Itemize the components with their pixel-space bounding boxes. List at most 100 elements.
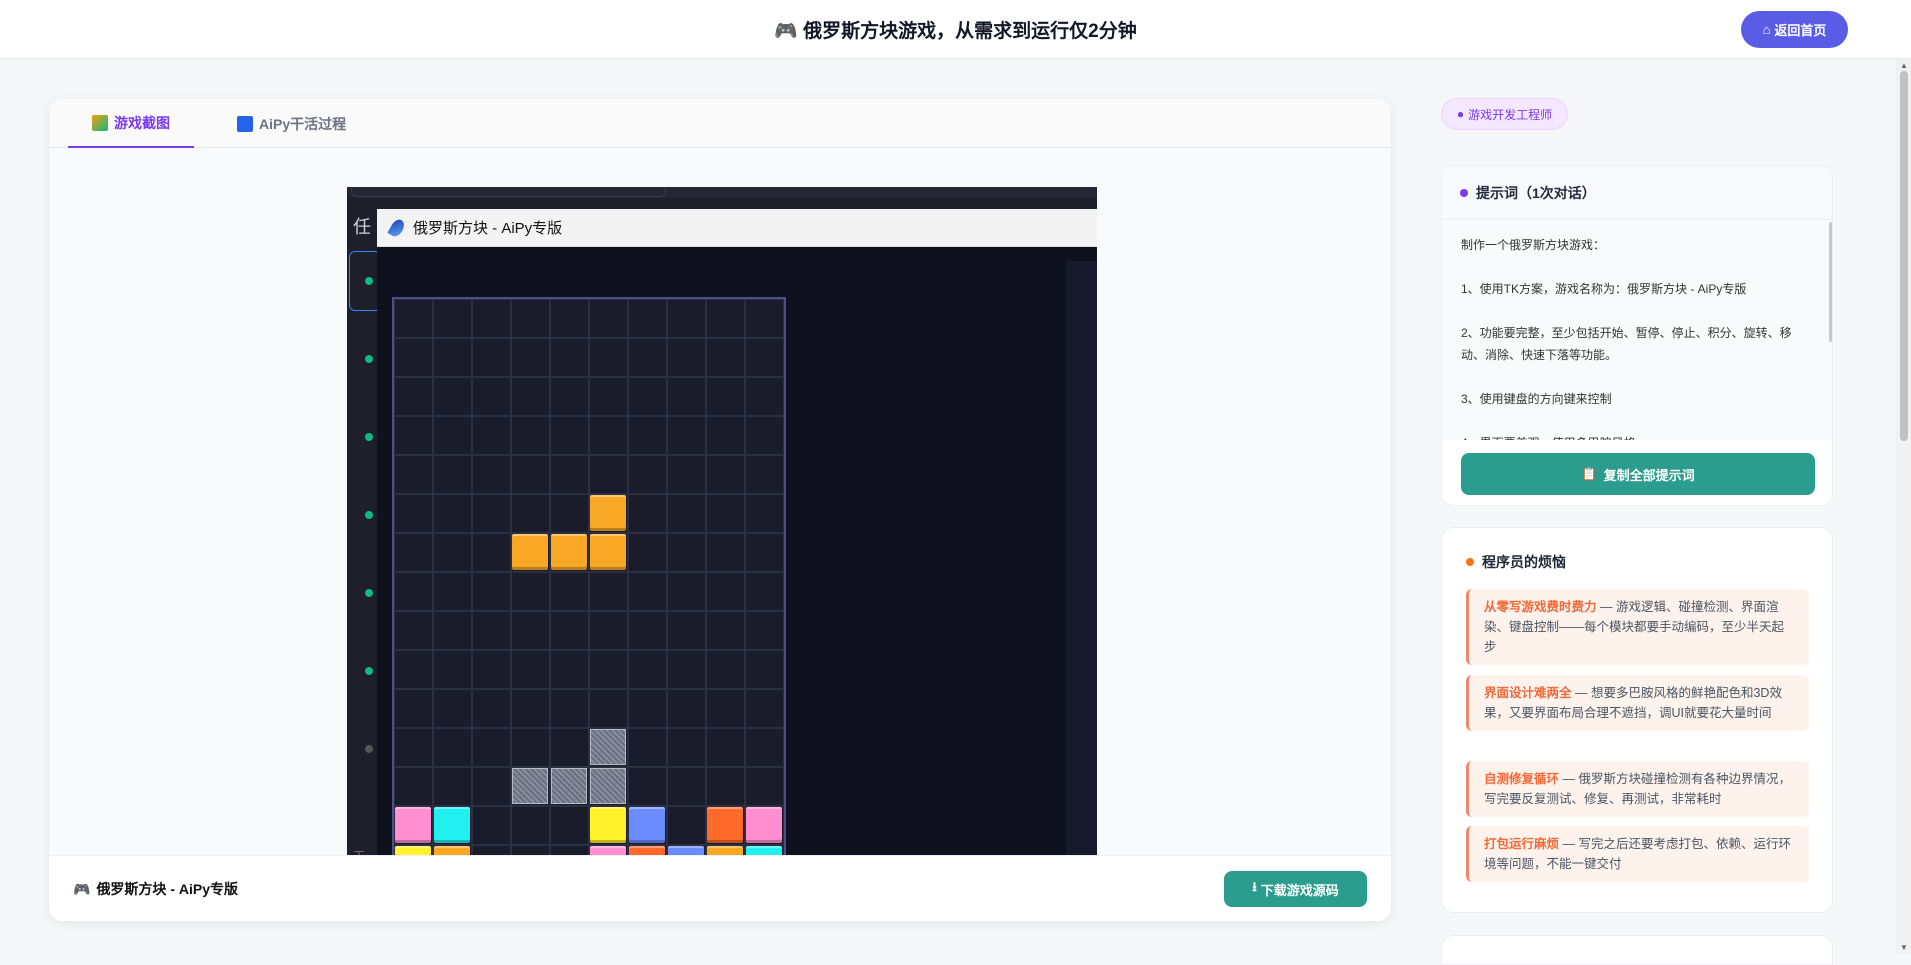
board-grid-cell [511,845,550,855]
window-title: 俄罗斯方块 - AiPy专版 [413,220,563,237]
tetris-block [590,534,626,570]
board-grid-cell [745,455,784,494]
board-grid-cell [394,767,433,806]
board-grid-cell [706,611,745,650]
tetris-block [590,495,626,531]
board-grid-cell [667,455,706,494]
board-grid-cell [550,338,589,377]
board-grid-cell [667,767,706,806]
board-grid-cell [706,338,745,377]
board-grid-cell [472,845,511,855]
feather-icon [387,216,407,239]
dot-icon: ● [1456,107,1465,121]
board-grid-cell [394,689,433,728]
board-grid-cell [667,806,706,845]
prompt-scrollbar[interactable] [1829,222,1832,342]
board-grid-cell [433,338,472,377]
board-grid-cell [472,806,511,845]
board-grid-cell [394,455,433,494]
gamepad-icon: 🎮 [73,880,91,897]
board-grid-cell [628,611,667,650]
status-dot [365,589,373,597]
board-grid-cell [472,572,511,611]
board-grid-cell [628,299,667,338]
pain-item: 打包运行麻烦 — 写完之后还要考虑打包、依赖、运行环境等问题，不能一键交付 [1466,826,1809,882]
board-grid-cell [511,611,550,650]
board-grid-cell [667,689,706,728]
board-grid-cell [433,650,472,689]
showcase-card: 游戏截图 AiPy干活过程 任 工 俄罗斯方块 - AiPy专版 [49,99,1391,921]
tetris-block [746,807,782,843]
board-grid-cell [550,299,589,338]
pain-points-title: 程序员的烦恼 [1482,554,1566,570]
board-grid-cell [667,728,706,767]
board-grid-cell [394,494,433,533]
board-grid-cell [550,650,589,689]
pain-key: 从零写游戏费时费力 [1484,600,1597,614]
game-name-label: 俄罗斯方块 - AiPy专版 [96,881,239,897]
board-grid-cell [628,689,667,728]
board-grid-cell [511,494,550,533]
board-grid-cell [550,845,589,855]
prompt-text[interactable]: 制作一个俄罗斯方块游戏： 1、使用TK方案，游戏名称为：俄罗斯方块 - AiPy… [1442,220,1832,440]
tetris-board [392,297,786,855]
board-grid-cell [433,767,472,806]
board-grid-cell [433,533,472,572]
scrollbar-thumb[interactable] [1900,71,1908,441]
page-title: 🎮 俄罗斯方块游戏，从需求到运行仅2分钟 [774,21,1137,42]
download-source-button[interactable]: ⭳ 下载游戏源码 [1224,871,1367,907]
board-grid-cell [745,338,784,377]
scroll-down-icon[interactable]: ▼ [1900,943,1908,952]
pain-item: 从零写游戏费时费力 — 游戏逻辑、碰撞检测、界面渲染、键盘控制——每个模块都要手… [1466,589,1809,665]
board-grid-cell [706,299,745,338]
tab-process[interactable]: AiPy干活过程 [213,99,370,148]
prompt-line: 制作一个俄罗斯方块游戏： [1461,238,1606,252]
board-grid-cell [394,416,433,455]
download-label: 下载游戏源码 [1260,882,1339,898]
home-button[interactable]: ⌂ 返回首页 [1741,11,1848,48]
prompt-line: 4、界面要美观，使用多巴胺风格 [1461,432,1804,440]
board-grid-cell [472,650,511,689]
scroll-up-icon[interactable]: ▲ [1900,61,1908,70]
copy-prompt-button[interactable]: 📋 复制全部提示词 [1461,453,1815,495]
tetris-block [395,846,431,855]
next-card [1441,935,1833,965]
home-button-label: 返回首页 [1774,23,1827,38]
tab-bar: 游戏截图 AiPy干活过程 [49,99,1391,148]
board-grid-cell [706,767,745,806]
board-grid-cell [706,416,745,455]
prompt-title: 提示词（1次对话） [1476,184,1596,201]
ghost-block [590,729,626,765]
role-badge-label: 游戏开发工程师 [1468,107,1553,122]
board-grid-cell [628,455,667,494]
board-grid-cell [550,416,589,455]
board-grid-cell [394,299,433,338]
board-grid-cell [667,338,706,377]
board-grid-cell [667,572,706,611]
board-grid-cell [433,728,472,767]
board-grid-cell [472,416,511,455]
page-scrollbar[interactable]: ▲ ▼ [1896,59,1911,954]
board-grid-cell [589,416,628,455]
picture-icon [92,114,108,131]
board-grid-cell [511,455,550,494]
board-grid-cell [745,689,784,728]
tetris-block [512,534,548,570]
pain-points-header: 程序员的烦恼 [1466,552,1566,572]
tab-screenshot[interactable]: 游戏截图 [68,99,194,148]
tetris-block [395,807,431,843]
status-dot [365,667,373,675]
board-grid-cell [706,572,745,611]
tab-process-label: AiPy干活过程 [259,115,347,132]
board-grid-cell [628,728,667,767]
board-grid-cell [433,377,472,416]
tetris-block [629,846,665,855]
tetris-block [707,807,743,843]
board-grid-cell [472,455,511,494]
dot-icon [1460,188,1468,197]
download-icon: ⭳ [1252,879,1257,894]
tetris-window: 俄罗斯方块 - AiPy专版 [377,209,1097,855]
board-grid-cell [433,494,472,533]
board-grid-cell [511,650,550,689]
prompt-card: 提示词（1次对话） 制作一个俄罗斯方块游戏： 1、使用TK方案，游戏名称为：俄罗… [1441,165,1833,506]
